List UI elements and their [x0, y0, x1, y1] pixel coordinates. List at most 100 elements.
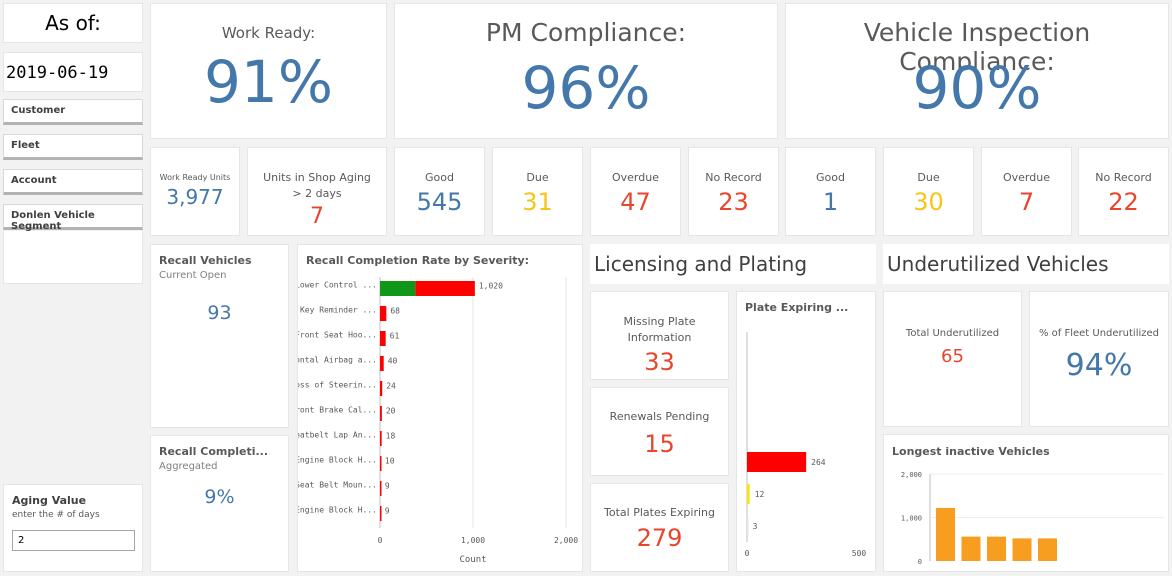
bar-segment — [380, 306, 387, 321]
category-label: Seatbelt Lap An... — [298, 431, 377, 440]
recall-severity-chart-card: Recall Completion Rate by Severity: Lowe… — [297, 244, 583, 572]
x-tick-label: 1,000 — [461, 536, 485, 545]
data-label: 40 — [388, 357, 398, 366]
plate-expiring-chart-card: Plate Expiring ... 264 12 3 0 500 — [736, 291, 876, 572]
as-of-panel: As of: — [3, 3, 143, 43]
category-label: Engine Block H... — [298, 506, 377, 515]
category-label: Engine Block H... — [298, 456, 377, 465]
pm-due-label: Due — [526, 171, 549, 184]
missing-plate-card: Missing Plate Information 33 — [590, 291, 729, 380]
total-underutilized-value: 65 — [941, 346, 964, 367]
recall-vehicles-card: Recall Vehicles Current Open 93 — [150, 244, 289, 428]
date-panel: 2019-06-19 — [3, 52, 143, 92]
pm-good-label: Good — [425, 171, 454, 184]
data-label: 18 — [386, 432, 396, 441]
category-label: Seat Belt Moun... — [298, 481, 377, 490]
bar-segment — [380, 281, 416, 296]
pm-no-record-card: No Record 23 — [688, 147, 779, 236]
bar — [1012, 538, 1032, 561]
data-label: 12 — [755, 490, 765, 499]
work-ready-value: 91% — [204, 48, 333, 116]
bar — [747, 484, 750, 504]
bar — [987, 536, 1006, 561]
bar-segment — [415, 281, 475, 296]
category-label: Key Reminder ... — [300, 306, 377, 315]
insp-no-record-card: No Record 22 — [1078, 147, 1169, 236]
inactive-vehicles-chart: 0 1,000 2,000 — [901, 471, 1164, 566]
licensing-title-card: Licensing and Plating — [590, 244, 876, 284]
bar — [747, 516, 749, 536]
plate-expiring-chart: 264 12 3 0 500 — [745, 332, 867, 558]
work-ready-card: Work Ready: 91% — [150, 3, 387, 139]
inactive-chart-card: Longest inactive Vehicles 0 1,000 2,000 — [883, 434, 1169, 572]
data-label: 68 — [390, 307, 400, 316]
data-label: 264 — [811, 458, 826, 467]
total-underutilized-label: Total Underutilized — [905, 328, 1000, 339]
bar — [1038, 538, 1057, 561]
missing-plate-label: Missing Plate Information — [623, 315, 696, 344]
insp-good-label: Good — [816, 171, 845, 184]
units-in-shop-card: Units in Shop Aging > 2 days 7 — [247, 147, 387, 236]
licensing-title: Licensing and Plating — [594, 252, 808, 276]
pm-overdue-value: 47 — [620, 188, 651, 216]
insp-overdue-value: 7 — [1018, 188, 1035, 216]
inspection-compliance-value: 90% — [912, 54, 1042, 122]
insp-good-value: 1 — [822, 188, 839, 216]
bar-segment — [380, 406, 382, 421]
aging-value-panel: Aging Value enter the # of days — [3, 484, 143, 572]
x-tick-label: 500 — [852, 549, 867, 558]
category-label: Frontal Airbag a... — [298, 356, 377, 365]
x-axis-label: Count — [459, 555, 486, 565]
pm-no-record-value: 23 — [718, 188, 749, 216]
aging-title: Aging Value — [12, 494, 87, 507]
bar-segment — [380, 456, 382, 471]
filter-customer[interactable]: Customer — [3, 99, 143, 125]
category-label: Lower Control ... — [298, 281, 377, 290]
pm-no-record-label: No Record — [705, 171, 762, 184]
recall-vehicles-title: Recall Vehicles — [159, 254, 252, 267]
total-plates-label: Total Plates Expiring — [604, 506, 715, 519]
insp-due-value: 30 — [913, 188, 944, 216]
filter-account[interactable]: Account — [3, 169, 143, 195]
bar — [936, 507, 955, 561]
aging-subtitle: enter the # of days — [12, 510, 100, 520]
as-of-date: 2019-06-19 — [6, 63, 109, 83]
aging-value-input[interactable] — [12, 530, 135, 551]
pm-good-card: Good 545 — [394, 147, 485, 236]
category-label: Front Brake Cal... — [298, 406, 377, 415]
pm-due-card: Due 31 — [492, 147, 583, 236]
underutilized-title: Underutilized Vehicles — [887, 252, 1109, 276]
data-label: 20 — [386, 407, 396, 416]
x-tick-label: 0 — [745, 549, 750, 558]
renewals-label: Renewals Pending — [609, 410, 710, 423]
y-tick-label: 2,000 — [901, 471, 922, 479]
bar — [961, 536, 981, 561]
filter-vehicle-segment[interactable]: Donlen Vehicle Segment — [3, 204, 143, 232]
bar-segment — [380, 381, 383, 396]
pct-underutilized-value: 94% — [1065, 348, 1133, 383]
insp-no-record-value: 22 — [1108, 188, 1139, 216]
underutilized-title-card: Underutilized Vehicles — [883, 244, 1169, 284]
recall-completion-card: Recall Completi... Aggregated 9% — [150, 435, 289, 572]
recall-completion-title: Recall Completi... — [159, 445, 269, 458]
data-label: 24 — [386, 382, 396, 391]
pct-underutilized-label: % of Fleet Underutilized — [1038, 328, 1160, 339]
pct-underutilized-card: % of Fleet Underutilized 94% — [1029, 291, 1169, 427]
recall-completion-value: 9% — [204, 486, 235, 508]
bar-segment — [380, 356, 384, 371]
x-tick-label: 2,000 — [554, 536, 578, 545]
filter-fleet[interactable]: Fleet — [3, 134, 143, 160]
pm-compliance-value: 96% — [521, 54, 651, 122]
data-label: 9 — [385, 482, 390, 491]
work-ready-units-label: Work Ready Units — [159, 173, 231, 182]
work-ready-units-card: Work Ready Units 3,977 — [150, 147, 240, 236]
inspection-compliance-card: Vehicle Inspection Compliance: 90% — [785, 3, 1169, 139]
y-tick-label: 0 — [918, 558, 922, 566]
pm-compliance-card: PM Compliance: 96% — [394, 3, 778, 139]
missing-plate-value: 33 — [644, 348, 675, 376]
recall-severity-chart: Lower Control ... 1,020 Key Reminder ... 68… — [298, 277, 578, 565]
pm-overdue-card: Overdue 47 — [590, 147, 681, 236]
x-tick-label: 0 — [378, 536, 383, 545]
data-label: 9 — [385, 507, 390, 516]
data-label: 10 — [385, 457, 395, 466]
